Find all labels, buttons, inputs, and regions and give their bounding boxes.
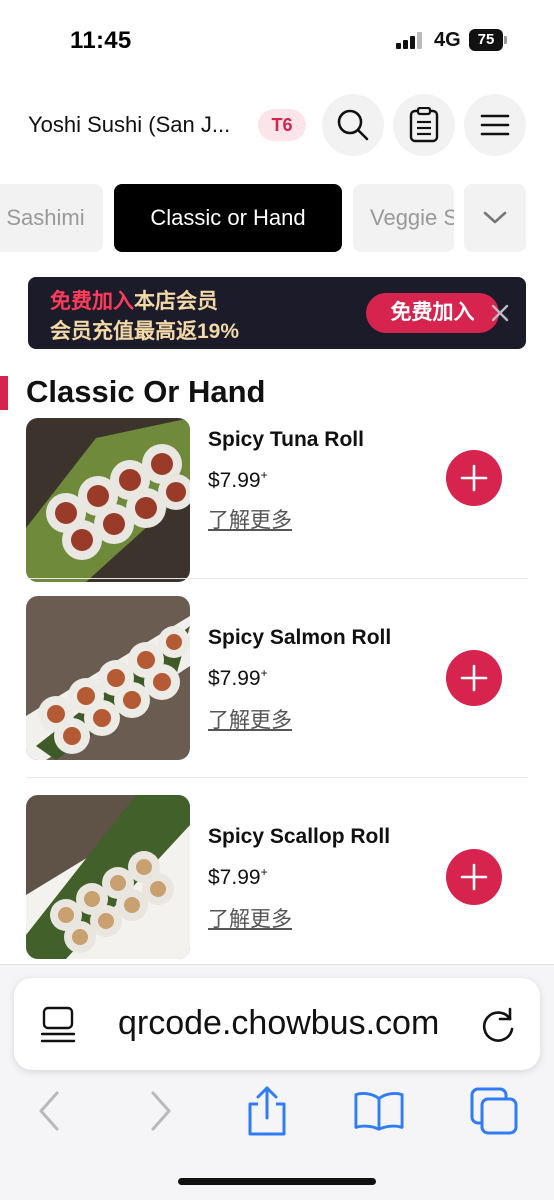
sushi-photo-icon (26, 596, 190, 760)
menu-item[interactable]: Spicy Scallop Roll $7.99+ 了解更多 (0, 779, 554, 964)
share-icon (248, 1086, 286, 1136)
back-icon (39, 1091, 59, 1131)
learn-more-link[interactable]: 了解更多 (208, 704, 292, 734)
status-time: 11:45 (70, 27, 132, 54)
membership-banner: 免费加入本店会员 会员充值最高返19% 免费加入 (28, 277, 526, 349)
item-photo[interactable] (26, 418, 190, 582)
banner-headline-rest: 本店会员 (134, 290, 218, 313)
item-name: Spicy Salmon Roll (208, 626, 392, 649)
sushi-photo-icon (26, 418, 190, 582)
menu-item[interactable]: Spicy Salmon Roll $7.99+ 了解更多 (0, 580, 554, 779)
item-price: $7.99+ (208, 666, 268, 690)
back-button[interactable] (24, 1086, 74, 1136)
tabs-button[interactable] (470, 1086, 520, 1136)
item-photo[interactable] (26, 795, 190, 959)
close-icon (491, 304, 509, 322)
menu-icon (480, 114, 510, 136)
chevron-down-icon (483, 211, 507, 224)
search-icon (337, 109, 369, 141)
menu-list: Spicy Tuna Roll $7.99+ 了解更多 Spicy Salmon… (0, 418, 554, 964)
tabs-expand-button[interactable] (464, 184, 526, 252)
share-button[interactable] (242, 1086, 292, 1136)
reload-icon[interactable] (480, 1005, 518, 1045)
network-type: 4G (434, 29, 461, 51)
section-marker (0, 376, 8, 410)
forward-icon (151, 1091, 171, 1131)
item-name: Spicy Tuna Roll (208, 428, 364, 451)
table-badge: T6 (258, 109, 306, 141)
item-divider (26, 777, 528, 778)
url-text: qrcode.chowbus.com (118, 1004, 440, 1042)
banner-subline: 会员充值最高返19% (50, 320, 240, 343)
tab-classic-or-hand[interactable]: Classic or Hand (114, 184, 342, 252)
forward-button[interactable] (136, 1086, 186, 1136)
item-name: Spicy Scallop Roll (208, 825, 391, 848)
status-bar: 11:45 4G 75 (0, 0, 554, 80)
address-bar[interactable]: qrcode.chowbus.com (14, 978, 540, 1070)
home-indicator (178, 1178, 376, 1185)
add-to-cart-button[interactable] (446, 650, 502, 706)
plus-icon (460, 464, 488, 492)
plus-icon (460, 863, 488, 891)
item-photo[interactable] (26, 596, 190, 760)
add-to-cart-button[interactable] (446, 450, 502, 506)
join-membership-button[interactable]: 免费加入 (366, 293, 499, 333)
sushi-photo-icon (26, 795, 190, 959)
order-list-icon (409, 107, 439, 143)
menu-button[interactable] (464, 94, 526, 156)
store-name: Yoshi Sushi (San J... (28, 112, 231, 137)
search-button[interactable] (322, 94, 384, 156)
bookmarks-icon (354, 1092, 404, 1131)
page-menu-icon[interactable] (40, 1006, 76, 1044)
bookmarks-button[interactable] (354, 1086, 404, 1136)
learn-more-link[interactable]: 了解更多 (208, 504, 292, 534)
battery-icon: 75 (469, 29, 507, 51)
plus-icon (460, 664, 488, 692)
battery-level: 75 (469, 29, 503, 51)
add-to-cart-button[interactable] (446, 849, 502, 905)
tab-veggie[interactable]: Veggie S (353, 184, 454, 252)
tabs-icon (470, 1087, 518, 1135)
learn-more-link[interactable]: 了解更多 (208, 903, 292, 933)
menu-item[interactable]: Spicy Tuna Roll $7.99+ 了解更多 (0, 418, 554, 599)
item-price: $7.99+ (208, 865, 268, 889)
item-divider (26, 578, 528, 579)
item-price: $7.99+ (208, 468, 268, 492)
signal-icon (396, 31, 426, 49)
banner-highlight: 免费加入 (50, 290, 134, 313)
section-title: Classic Or Hand (26, 374, 266, 409)
order-list-button[interactable] (393, 94, 455, 156)
tab-sashimi[interactable]: Sashimi (0, 184, 103, 252)
banner-headline: 免费加入本店会员 (50, 285, 218, 315)
banner-close-button[interactable] (486, 299, 514, 327)
